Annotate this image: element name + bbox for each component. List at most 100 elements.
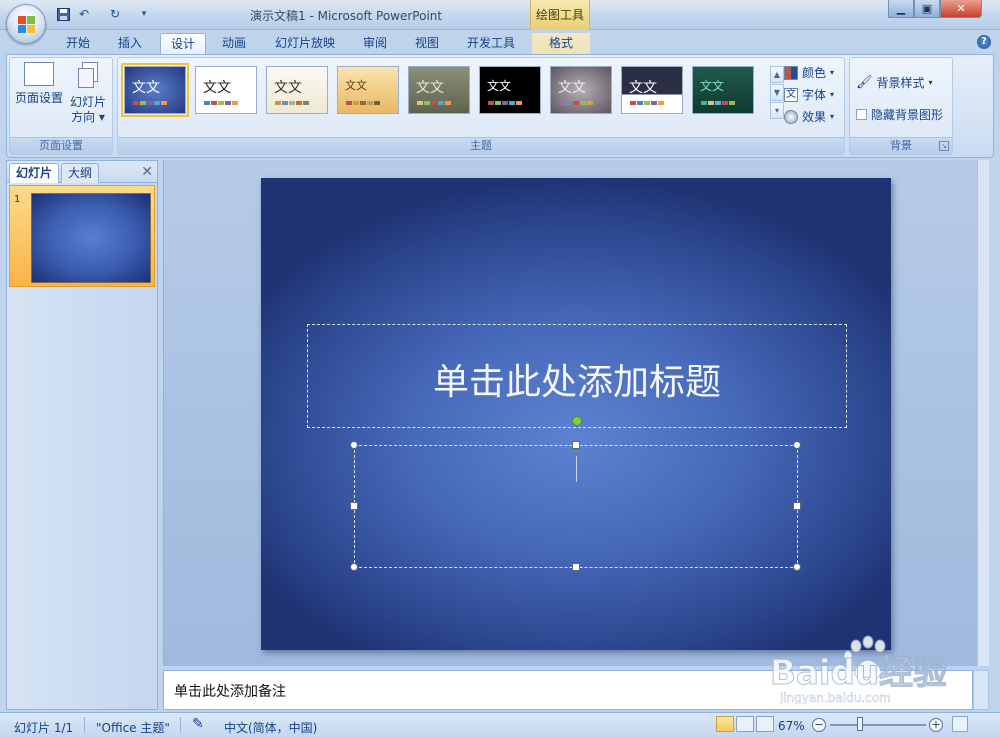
- effects-icon: [784, 109, 798, 124]
- tab-outline[interactable]: 大纲: [61, 163, 100, 183]
- page-setup-label: 页面设置: [14, 91, 63, 105]
- background-group: 🖌 背景样式 ▾ 隐藏背景图形 背景 ↘: [849, 57, 953, 155]
- resize-handle[interactable]: [793, 441, 801, 449]
- slide-orientation-button[interactable]: 幻灯片 方向 ▾: [66, 62, 110, 125]
- help-icon[interactable]: ?: [977, 35, 991, 49]
- tab-format[interactable]: 格式: [532, 33, 590, 54]
- spell-check-icon[interactable]: ✎: [192, 716, 204, 732]
- zoom-slider-thumb[interactable]: [857, 717, 863, 731]
- page-setup-button[interactable]: 页面设置: [14, 62, 64, 106]
- background-group-label: 背景 ↘: [850, 137, 952, 154]
- theme-thumbnail[interactable]: 文文: [479, 66, 541, 114]
- tab-slide-show[interactable]: 幻灯片放映: [265, 33, 345, 54]
- normal-view-icon[interactable]: [716, 716, 734, 732]
- theme-thumbnail[interactable]: 文文: [195, 66, 257, 114]
- slide-sorter-view-icon[interactable]: [736, 716, 754, 732]
- zoom-level[interactable]: 67%: [778, 719, 805, 733]
- title-placeholder[interactable]: 单击此处添加标题: [307, 324, 847, 428]
- title-placeholder-text: 单击此处添加标题: [432, 362, 721, 403]
- gallery-scroll: ▲ ▼ ▾: [770, 66, 784, 120]
- tab-home[interactable]: 开始: [56, 33, 100, 54]
- page-setup-group: 页面设置 幻灯片 方向 ▾ 页面设置: [9, 57, 113, 155]
- fonts-icon: 文: [784, 87, 798, 102]
- notes-placeholder: 单击此处添加备注: [174, 684, 286, 700]
- notes-scrollbar[interactable]: [973, 670, 989, 710]
- colors-icon: [784, 65, 798, 80]
- themes-group: 文文 文文 文文 文文 文文 文文 文文 文文 文文 ▲ ▼ ▾ 颜色 ▾ 文 …: [117, 57, 845, 155]
- rotation-handle[interactable]: [572, 416, 582, 426]
- resize-handle[interactable]: [793, 563, 801, 571]
- slide-count: 幻灯片 1/1: [14, 721, 74, 735]
- hide-background-graphics-checkbox[interactable]: 隐藏背景图形: [856, 106, 943, 123]
- close-pane-icon[interactable]: ✕: [141, 164, 153, 180]
- theme-thumbnail[interactable]: 文文: [337, 66, 399, 114]
- window-controls: ▁ ▣ ✕: [888, 0, 982, 18]
- theme-thumbnail[interactable]: 文文: [408, 66, 470, 114]
- maximize-button[interactable]: ▣: [914, 0, 940, 18]
- vertical-scrollbar[interactable]: [977, 160, 989, 666]
- tab-review[interactable]: 审阅: [353, 33, 397, 54]
- dialog-launcher-icon[interactable]: ↘: [939, 141, 949, 151]
- theme-thumbnail[interactable]: 文文: [266, 66, 328, 114]
- minimize-button[interactable]: ▁: [888, 0, 914, 18]
- tab-slides[interactable]: 幻灯片: [9, 163, 60, 183]
- zoom-out-icon[interactable]: −: [812, 718, 826, 732]
- gallery-scroll-down-icon[interactable]: ▼: [770, 84, 784, 101]
- resize-handle[interactable]: [350, 502, 358, 510]
- ribbon: 页面设置 幻灯片 方向 ▾ 页面设置 文文 文文 文文 文文 文文 文文 文文 …: [6, 54, 994, 158]
- fit-to-window-icon[interactable]: [952, 716, 968, 732]
- slide-canvas[interactable]: 单击此处添加标题: [261, 178, 891, 650]
- page-setup-group-label: 页面设置: [10, 137, 112, 154]
- tab-view[interactable]: 视图: [405, 33, 449, 54]
- subtitle-placeholder[interactable]: [350, 441, 801, 571]
- resize-handle[interactable]: [572, 563, 580, 571]
- theme-fonts-button[interactable]: 文 字体 ▾: [784, 86, 834, 103]
- tab-developer[interactable]: 开发工具: [457, 33, 525, 54]
- slide-thumbnail[interactable]: [31, 193, 151, 283]
- slide-thumbnail-item[interactable]: 1: [9, 185, 155, 287]
- close-button[interactable]: ✕: [940, 0, 982, 18]
- theme-thumbnail[interactable]: 文文: [121, 63, 189, 117]
- quick-access-toolbar: ↶ ↻ ▾: [54, 6, 153, 22]
- theme-effects-button[interactable]: 效果 ▾: [784, 108, 834, 125]
- theme-colors-button[interactable]: 颜色 ▾: [784, 64, 834, 81]
- theme-thumbnail[interactable]: 文文: [692, 66, 754, 114]
- office-button[interactable]: [6, 4, 46, 44]
- slide-show-view-icon[interactable]: [756, 716, 774, 732]
- save-icon[interactable]: [54, 6, 72, 22]
- undo-icon[interactable]: ↶: [75, 6, 93, 22]
- slide-orientation-label-2: 方向 ▾: [71, 110, 105, 124]
- notes-pane[interactable]: 单击此处添加备注: [163, 670, 973, 710]
- tab-design[interactable]: 设计: [160, 33, 207, 54]
- window-title: 演示文稿1 - Microsoft PowerPoint: [250, 9, 443, 23]
- theme-thumbnail[interactable]: 文文: [621, 66, 683, 114]
- resize-handle[interactable]: [572, 441, 580, 449]
- zoom-in-icon[interactable]: +: [929, 718, 943, 732]
- office-logo-icon: [18, 16, 35, 33]
- language-indicator[interactable]: 中文(简体，中国): [224, 719, 317, 736]
- background-styles-button[interactable]: 🖌 背景样式 ▾: [856, 74, 933, 91]
- gallery-more-icon[interactable]: ▾: [770, 102, 784, 119]
- drawing-tools-context-title: 绘图工具: [530, 0, 590, 30]
- slide-orientation-icon: [76, 62, 100, 90]
- separator: [180, 717, 181, 733]
- slides-pane-tabs: 幻灯片 大纲 ✕: [7, 161, 157, 183]
- tab-insert[interactable]: 插入: [108, 33, 152, 54]
- zoom-slider-track[interactable]: [830, 724, 926, 726]
- tab-animations[interactable]: 动画: [212, 33, 256, 54]
- resize-handle[interactable]: [793, 502, 801, 510]
- separator: [84, 717, 85, 733]
- slide-number: 1: [14, 194, 21, 205]
- resize-handle[interactable]: [350, 563, 358, 571]
- checkbox-icon: [856, 109, 867, 120]
- theme-name[interactable]: "Office 主题": [96, 719, 170, 736]
- redo-icon[interactable]: ↻: [106, 6, 124, 22]
- gallery-scroll-up-icon[interactable]: ▲: [770, 66, 784, 83]
- slides-pane: 幻灯片 大纲 ✕ 1: [6, 160, 158, 710]
- resize-handle[interactable]: [350, 441, 358, 449]
- status-bar: 幻灯片 1/1 "Office 主题" ✎ 中文(简体，中国) 67% − +: [0, 712, 1000, 738]
- customize-icon[interactable]: ▾: [135, 6, 153, 22]
- slide-editing-area: 单击此处添加标题: [163, 160, 989, 666]
- title-bar: ↶ ↻ ▾ 演示文稿1 - Microsoft PowerPoint 绘图工具 …: [0, 0, 1000, 44]
- theme-thumbnail[interactable]: 文文: [550, 66, 612, 114]
